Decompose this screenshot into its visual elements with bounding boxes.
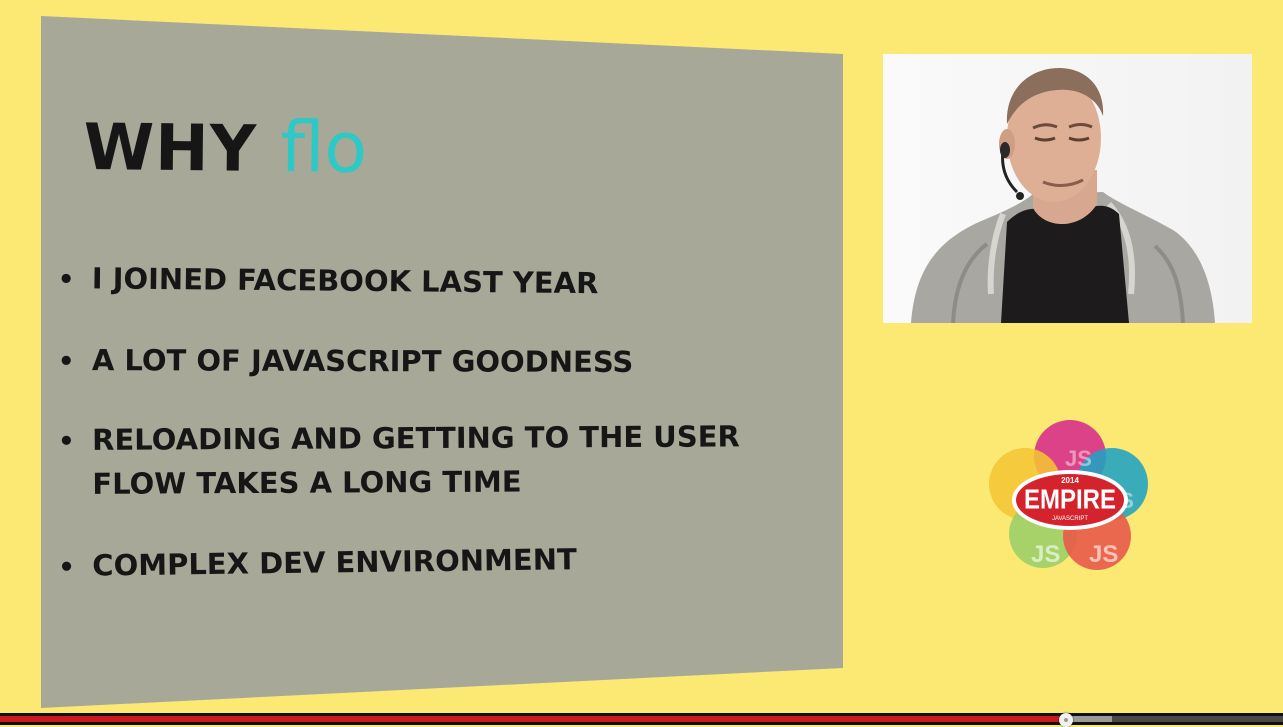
speaker-webcam: [883, 54, 1252, 323]
logo-tagline: JAVASCRIPT: [1052, 516, 1088, 522]
bullet-text-line: RELOADING AND GETTING TO THE USER: [92, 419, 740, 457]
video-progress-bar[interactable]: [0, 713, 1283, 727]
bullet-text-line: FLOW TAKES A LONG TIME: [92, 464, 522, 501]
bullet-text: A LOT OF JAVASCRIPT GOODNESS: [91, 343, 634, 380]
logo-petal-text: JS: [1031, 541, 1060, 568]
slide-title-accent: flo: [279, 106, 368, 189]
bullet-text-multiline: RELOADING AND GETTING TO THE USER FLOW TA…: [92, 414, 740, 505]
bullet-dot: •: [58, 552, 76, 583]
logo-name: EMPIRE: [1024, 485, 1116, 515]
slide-title: WHY flo: [83, 104, 368, 189]
slide-title-prefix: WHY: [83, 110, 258, 187]
slide-bullet: • COMPLEX DEV ENVIRONMENT: [58, 537, 577, 590]
slide-bullet: • A LOT OF JAVASCRIPT GOODNESS: [58, 338, 634, 386]
bullet-dot: •: [57, 346, 75, 378]
slide-bullet: • I JOINED FACEBOOK LAST YEAR: [58, 256, 599, 307]
logo-year: 2014: [1061, 476, 1079, 485]
bullet-dot: •: [57, 264, 75, 296]
bullet-text: COMPLEX DEV ENVIRONMENT: [92, 542, 577, 583]
bullet-dot: •: [58, 426, 75, 457]
slide-bullet: • RELOADING AND GETTING TO THE USER FLOW T…: [58, 414, 740, 506]
video-frame[interactable]: WHY flo • I JOINED FACEBOOK LAST YEAR • A …: [0, 0, 1283, 727]
empire-js-logo: JS JS JS JS 2014 EMPIRE JAVASCRIPT: [989, 420, 1148, 570]
logo-petal-text: JS: [1065, 446, 1092, 471]
logo-petal-text: JS: [1089, 541, 1118, 568]
bullet-text: I JOINED FACEBOOK LAST YEAR: [91, 261, 599, 301]
progress-played: [0, 716, 1066, 722]
